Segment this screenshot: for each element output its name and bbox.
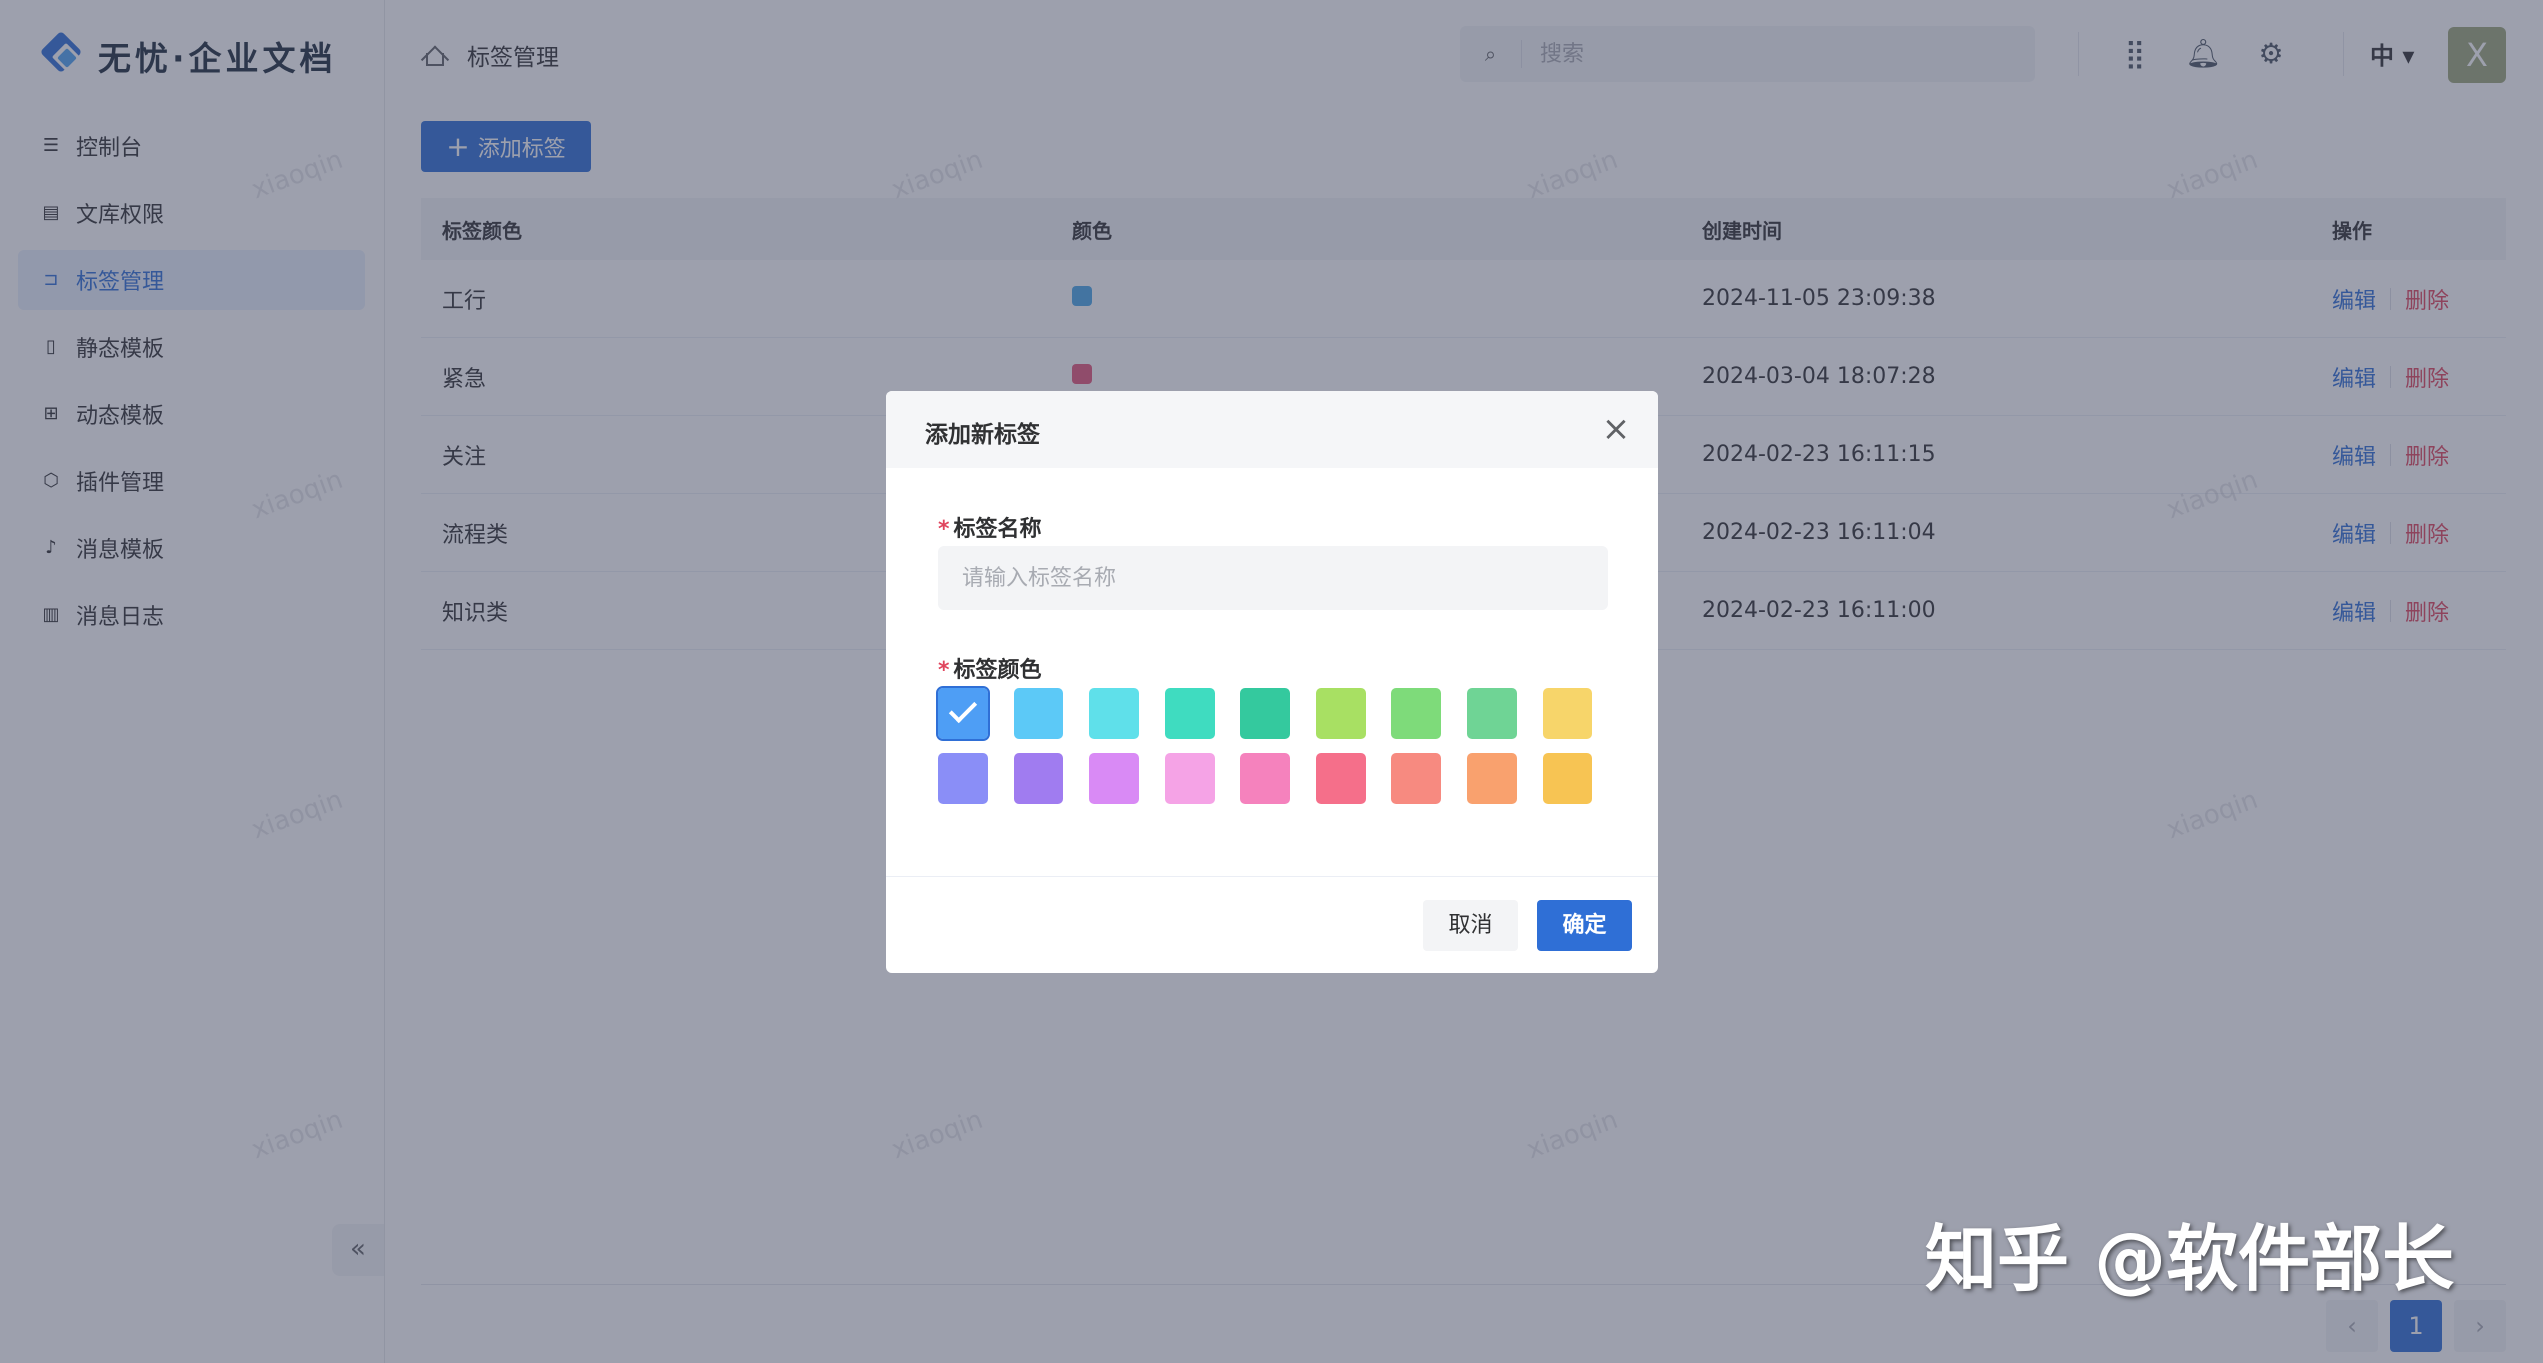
color-option[interactable] bbox=[938, 753, 988, 804]
add-tag-dialog: 添加新标签 × *标签名称 *标签颜色 取消 确定 bbox=[886, 391, 1658, 973]
color-option[interactable] bbox=[1013, 688, 1064, 739]
color-option[interactable] bbox=[1315, 753, 1366, 804]
color-option[interactable] bbox=[1391, 688, 1442, 739]
tag-color-label: * 标签颜色 bbox=[938, 658, 1042, 683]
color-row bbox=[938, 753, 1618, 804]
dialog-header: 添加新标签 × bbox=[886, 391, 1658, 468]
color-option[interactable] bbox=[1089, 753, 1139, 804]
color-row bbox=[936, 686, 1618, 741]
color-option[interactable] bbox=[1240, 688, 1291, 739]
tag-name-input[interactable] bbox=[938, 546, 1608, 610]
color-option[interactable] bbox=[1391, 753, 1442, 804]
color-option[interactable] bbox=[1164, 753, 1215, 804]
color-option[interactable] bbox=[1089, 688, 1139, 739]
dialog-title: 添加新标签 bbox=[925, 422, 1040, 448]
color-option[interactable] bbox=[1466, 753, 1517, 804]
corner-watermark: 知乎 @软件部长 bbox=[1925, 1217, 2455, 1301]
dialog-footer: 取消 确定 bbox=[886, 876, 1658, 973]
color-option[interactable] bbox=[1315, 688, 1366, 739]
color-option[interactable] bbox=[1542, 688, 1593, 739]
cancel-button[interactable]: 取消 bbox=[1423, 900, 1518, 951]
color-option[interactable] bbox=[1164, 688, 1215, 739]
color-option[interactable] bbox=[1466, 688, 1517, 739]
confirm-button[interactable]: 确定 bbox=[1537, 900, 1632, 951]
tag-name-label: * 标签名称 bbox=[938, 517, 1042, 542]
checkmark-icon bbox=[948, 694, 978, 724]
color-option[interactable] bbox=[936, 686, 990, 741]
color-picker bbox=[936, 686, 1618, 818]
color-option[interactable] bbox=[1542, 753, 1593, 804]
color-option[interactable] bbox=[1013, 753, 1064, 804]
color-option[interactable] bbox=[1240, 753, 1291, 804]
close-icon[interactable]: × bbox=[1596, 409, 1636, 449]
required-mark: * bbox=[938, 517, 950, 542]
required-mark: * bbox=[938, 658, 950, 683]
